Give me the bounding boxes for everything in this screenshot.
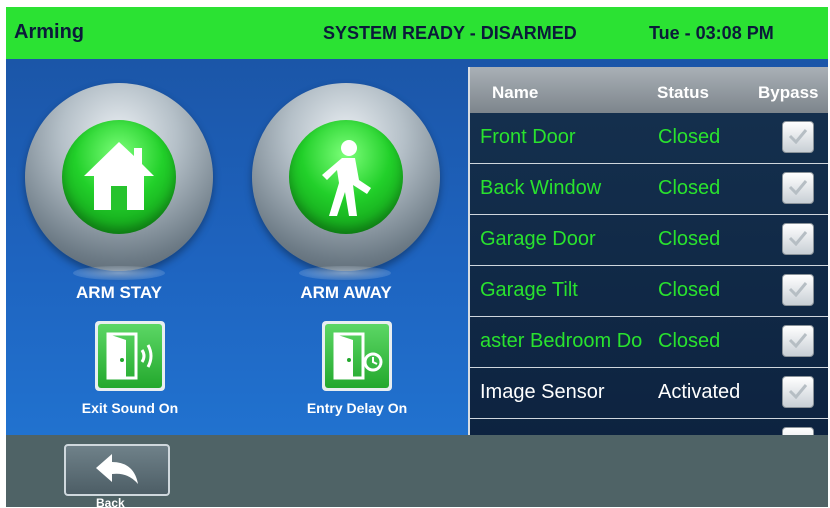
bypass-column-header: Bypass: [758, 83, 819, 102]
name-column-header: Name: [492, 83, 539, 102]
check-icon: [788, 282, 808, 297]
bypass-checkbox[interactable]: [782, 223, 814, 255]
bypass-checkbox[interactable]: [782, 376, 814, 408]
zone-name: aster Bedroom Do: [480, 330, 643, 352]
check-icon: [788, 384, 808, 399]
zone-row[interactable]: [470, 419, 828, 435]
zone-status: Closed: [658, 279, 721, 301]
zone-status: Closed: [658, 228, 721, 250]
bypass-checkbox[interactable]: [782, 325, 814, 357]
home-icon: [84, 142, 154, 210]
walking-person-icon: [322, 140, 371, 216]
entry-delay-label: Entry Delay On: [306, 400, 408, 416]
arm-away-button[interactable]: [252, 83, 440, 271]
zone-row[interactable]: Garage Tilt Closed: [470, 266, 828, 317]
check-icon: [788, 231, 808, 246]
back-label: Back: [96, 496, 125, 507]
zone-status: Closed: [658, 177, 721, 199]
zone-list: Name Status Bypass Front Door Closed Back …: [468, 67, 828, 435]
date-time: Tue - 03:08 PM: [649, 23, 774, 43]
zone-name: Garage Door: [480, 228, 596, 250]
zone-status: Activated: [658, 381, 741, 403]
zone-name: Back Window: [480, 177, 602, 199]
page-title: Arming: [14, 21, 84, 43]
back-button[interactable]: [64, 444, 170, 496]
check-icon: [788, 129, 808, 144]
exit-sound-label: Exit Sound On: [81, 400, 179, 416]
status-column-header: Status: [657, 83, 709, 102]
zone-name: Garage Tilt: [480, 279, 578, 301]
arm-stay-label: ARM STAY: [76, 283, 162, 302]
exit-sound-button[interactable]: [95, 321, 165, 391]
screen: Arming SYSTEM READY - DISARMED Tue - 03:…: [6, 7, 828, 507]
bypass-checkbox[interactable]: [782, 274, 814, 306]
arm-stay-button[interactable]: [25, 83, 213, 271]
arm-away-label: ARM AWAY: [300, 283, 392, 302]
status-bar: Arming SYSTEM READY - DISARMED Tue - 03:…: [6, 7, 828, 59]
door-timer-icon: [333, 332, 383, 380]
system-status: SYSTEM READY - DISARMED: [323, 23, 577, 43]
entry-delay-button[interactable]: [322, 321, 392, 391]
zone-status: Closed: [658, 126, 721, 148]
check-icon: [788, 333, 808, 348]
zone-row[interactable]: Garage Door Closed: [470, 215, 828, 266]
bypass-checkbox[interactable]: [782, 172, 814, 204]
bypass-checkbox[interactable]: [782, 427, 814, 435]
zone-status: Closed: [658, 330, 721, 352]
zone-name: Image Sensor: [480, 381, 605, 403]
door-sound-icon: [106, 332, 153, 380]
bypass-checkbox[interactable]: [782, 121, 814, 153]
zone-row[interactable]: aster Bedroom Do Closed: [470, 317, 828, 368]
back-arrow-icon: [96, 454, 138, 484]
zone-name: Front Door: [480, 126, 576, 148]
zone-row[interactable]: Image Sensor Activated: [470, 368, 828, 419]
zone-list-header: Name Status Bypass: [470, 67, 828, 113]
zone-row[interactable]: Front Door Closed: [470, 113, 828, 164]
check-icon: [788, 180, 808, 195]
zone-row[interactable]: Back Window Closed: [470, 164, 828, 215]
